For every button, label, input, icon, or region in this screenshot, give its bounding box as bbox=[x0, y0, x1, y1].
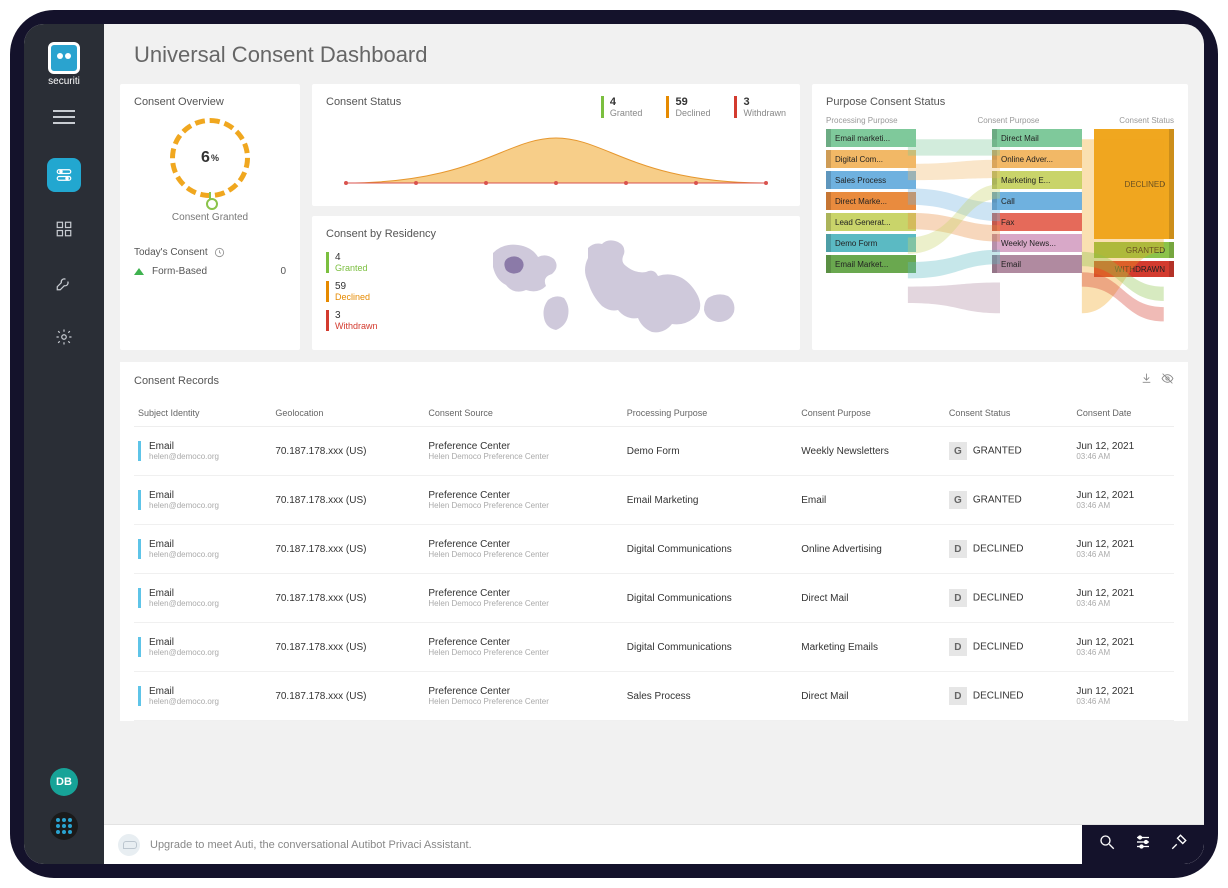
footer-tools bbox=[1082, 825, 1204, 864]
form-based-label: Form-Based bbox=[152, 266, 207, 277]
nav-item-settings[interactable] bbox=[47, 320, 81, 354]
records-title: Consent Records bbox=[134, 375, 219, 387]
gauge: 6% Consent Granted bbox=[134, 122, 286, 223]
sankey-head-1: Processing Purpose bbox=[826, 116, 898, 125]
sankey-head-3: Consent Status bbox=[1119, 116, 1174, 125]
nav-item-tools[interactable] bbox=[47, 266, 81, 300]
sidebar: securiti DB bbox=[24, 24, 104, 864]
content: Consent Overview 6% Consent Granted Toda… bbox=[104, 78, 1204, 824]
nav-item-consent[interactable] bbox=[47, 158, 81, 192]
sankey-node[interactable]: Weekly News... bbox=[992, 234, 1082, 252]
consent-residency-card: Consent by Residency 4Granted 59Declined 3… bbox=[312, 216, 800, 350]
sankey-node[interactable]: Digital Com... bbox=[826, 150, 916, 168]
sankey-node[interactable]: Online Adver... bbox=[992, 150, 1082, 168]
gauge-label: Consent Granted bbox=[172, 212, 248, 223]
build-icon[interactable] bbox=[1170, 833, 1188, 856]
consent-status-card: Consent Status 4Granted 59Declined 3Withdr… bbox=[312, 84, 800, 206]
today-consent-label: Today's Consent bbox=[134, 247, 208, 258]
sankey-node[interactable]: Direct Marke... bbox=[826, 192, 916, 210]
sankey-node[interactable]: Fax bbox=[992, 213, 1082, 231]
table-row[interactable]: Emailhelen@democo.org 70.187.178.xxx (US… bbox=[134, 672, 1174, 721]
mid-col: Consent Status 4Granted 59Declined 3Withdr… bbox=[312, 84, 800, 350]
status-stat: 3Withdrawn bbox=[734, 96, 786, 118]
sankey-node[interactable]: Email bbox=[992, 255, 1082, 273]
avatar-initials: DB bbox=[56, 776, 72, 788]
main: Universal Consent Dashboard Consent Over… bbox=[104, 24, 1204, 864]
search-icon[interactable] bbox=[1098, 833, 1116, 856]
residency-title: Consent by Residency bbox=[326, 228, 436, 240]
sankey-node[interactable]: Email Market... bbox=[826, 255, 916, 273]
table-header[interactable]: Processing Purpose bbox=[623, 400, 798, 427]
world-map bbox=[450, 228, 786, 338]
brand-icon bbox=[48, 42, 80, 74]
sidebar-bottom: DB bbox=[50, 768, 78, 850]
screen: securiti DB Universal Consent Dashb bbox=[24, 24, 1204, 864]
sankey-card: Purpose Consent Status Processing Purpos… bbox=[812, 84, 1188, 350]
records-table: Subject IdentityGeolocationConsent Sourc… bbox=[134, 400, 1174, 721]
sankey-node[interactable]: Sales Process bbox=[826, 171, 916, 189]
table-header[interactable]: Consent Date bbox=[1072, 400, 1174, 427]
consent-records-card: Consent Records Subject IdentityGeolocat… bbox=[120, 362, 1188, 721]
residency-stat: 3Withdrawn bbox=[326, 310, 436, 331]
sankey-node[interactable]: Demo Form bbox=[826, 234, 916, 252]
status-stat: 59Declined bbox=[666, 96, 710, 118]
sankey-node[interactable]: GRANTED bbox=[1094, 242, 1174, 258]
table-header[interactable]: Geolocation bbox=[271, 400, 424, 427]
status-badge: D bbox=[949, 589, 967, 607]
table-row[interactable]: Emailhelen@democo.org 70.187.178.xxx (US… bbox=[134, 476, 1174, 525]
sankey-body: Email marketi... Digital Com... Sales Proc… bbox=[826, 129, 1174, 329]
sankey-node[interactable]: WITHDRAWN bbox=[1094, 261, 1174, 277]
status-numbers: 4Granted 59Declined 3Withdrawn bbox=[601, 96, 786, 118]
status-curve bbox=[326, 128, 786, 194]
status-badge: G bbox=[949, 442, 967, 460]
visibility-off-icon[interactable] bbox=[1161, 372, 1174, 390]
table-row[interactable]: Emailhelen@democo.org 70.187.178.xxx (US… bbox=[134, 525, 1174, 574]
sankey-node[interactable]: Direct Mail bbox=[992, 129, 1082, 147]
footer-text: Upgrade to meet Auti, the conversational… bbox=[150, 839, 472, 851]
gauge-pointer bbox=[209, 192, 211, 206]
table-row[interactable]: Emailhelen@democo.org 70.187.178.xxx (US… bbox=[134, 427, 1174, 476]
table-row[interactable]: Emailhelen@democo.org 70.187.178.xxx (US… bbox=[134, 623, 1174, 672]
sidebar-nav bbox=[47, 158, 81, 354]
top-cards-row: Consent Overview 6% Consent Granted Toda… bbox=[120, 84, 1188, 350]
apps-icon[interactable] bbox=[50, 812, 78, 840]
table-header[interactable]: Consent Purpose bbox=[797, 400, 945, 427]
brand-logo[interactable]: securiti bbox=[38, 38, 90, 90]
menu-icon[interactable] bbox=[53, 116, 75, 118]
form-based-value: 0 bbox=[280, 266, 286, 277]
sankey-title: Purpose Consent Status bbox=[826, 96, 1174, 108]
footer-bar: Upgrade to meet Auti, the conversational… bbox=[104, 824, 1204, 864]
page-title: Universal Consent Dashboard bbox=[104, 24, 1204, 78]
chat-icon[interactable] bbox=[118, 834, 140, 856]
table-header[interactable]: Consent Source bbox=[424, 400, 622, 427]
residency-stat: 59Declined bbox=[326, 281, 436, 302]
table-row[interactable]: Emailhelen@democo.org 70.187.178.xxx (US… bbox=[134, 574, 1174, 623]
sankey-node[interactable]: Lead Generat... bbox=[826, 213, 916, 231]
status-badge: D bbox=[949, 540, 967, 558]
up-triangle-icon bbox=[134, 268, 144, 275]
residency-stat: 4Granted bbox=[326, 252, 436, 273]
brand-text: securiti bbox=[48, 76, 80, 87]
status-stat: 4Granted bbox=[601, 96, 643, 118]
status-badge: D bbox=[949, 687, 967, 705]
status-badge: D bbox=[949, 638, 967, 656]
table-header[interactable]: Subject Identity bbox=[134, 400, 271, 427]
nav-item-dashboard[interactable] bbox=[47, 212, 81, 246]
sankey-head-2: Consent Purpose bbox=[978, 116, 1040, 125]
status-badge: G bbox=[949, 491, 967, 509]
status-title: Consent Status bbox=[326, 96, 401, 108]
user-avatar[interactable]: DB bbox=[50, 768, 78, 796]
download-icon[interactable] bbox=[1140, 372, 1153, 390]
sankey-node[interactable]: Call bbox=[992, 192, 1082, 210]
table-header[interactable]: Consent Status bbox=[945, 400, 1072, 427]
sankey-node[interactable]: DECLINED bbox=[1094, 129, 1174, 239]
overview-title: Consent Overview bbox=[134, 96, 286, 108]
sliders-icon[interactable] bbox=[1134, 833, 1152, 856]
sankey-node[interactable]: Marketing E... bbox=[992, 171, 1082, 189]
residency-stats: 4Granted 59Declined 3Withdrawn bbox=[326, 248, 436, 331]
clock-icon bbox=[214, 247, 225, 258]
sankey-node[interactable]: Email marketi... bbox=[826, 129, 916, 147]
consent-overview-card: Consent Overview 6% Consent Granted Toda… bbox=[120, 84, 300, 350]
device-frame: securiti DB Universal Consent Dashb bbox=[10, 10, 1218, 878]
